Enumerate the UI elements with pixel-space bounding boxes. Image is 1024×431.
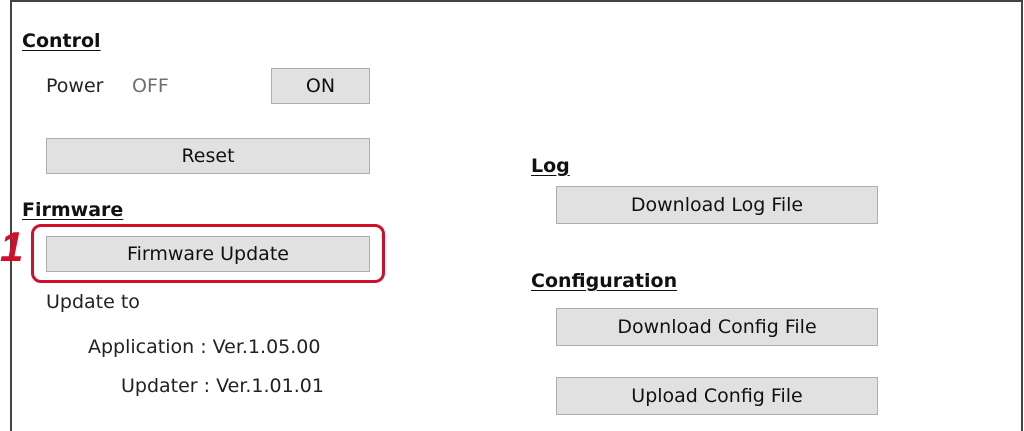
application-version: Application : Ver.1.05.00 — [88, 336, 321, 358]
configuration-heading: Configuration — [531, 270, 678, 292]
download-log-button[interactable]: Download Log File — [556, 186, 878, 224]
power-on-button[interactable]: ON — [271, 68, 370, 104]
updater-version: Updater : Ver.1.01.01 — [121, 375, 324, 397]
control-heading: Control — [22, 30, 101, 52]
upload-config-button[interactable]: Upload Config File — [556, 377, 878, 415]
firmware-update-button[interactable]: Firmware Update — [46, 236, 370, 272]
reset-button[interactable]: Reset — [46, 138, 370, 174]
log-heading: Log — [531, 155, 570, 177]
power-state: OFF — [132, 75, 169, 97]
step-number-marker: 1 — [0, 223, 24, 270]
firmware-heading: Firmware — [22, 199, 124, 221]
power-label: Power — [46, 75, 104, 97]
download-config-button[interactable]: Download Config File — [556, 308, 878, 346]
update-to-label: Update to — [46, 291, 140, 313]
